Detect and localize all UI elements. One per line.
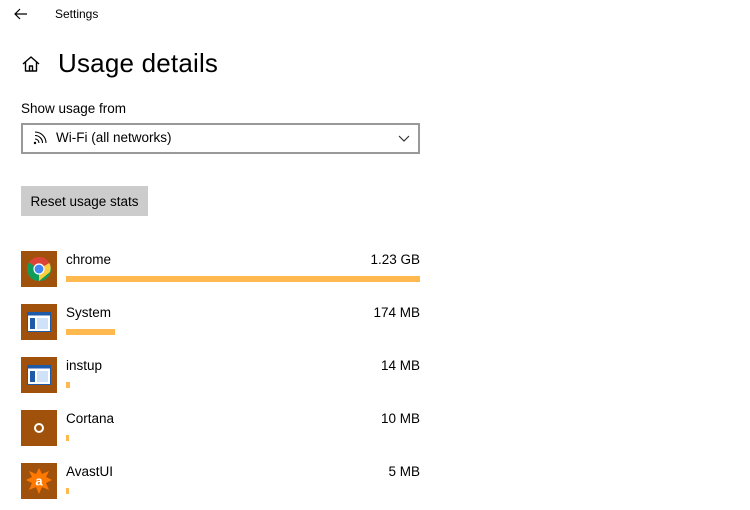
chrome-icon bbox=[21, 251, 57, 287]
cortana-icon bbox=[21, 410, 57, 446]
app-usage-size: 14 MB bbox=[380, 358, 420, 373]
usage-bar bbox=[66, 488, 69, 494]
dropdown-selected-value: Wi-Fi (all networks) bbox=[56, 130, 172, 145]
app-row-cortana[interactable]: Cortana 10 MB bbox=[21, 410, 421, 455]
system-window-icon bbox=[21, 304, 57, 340]
page-title: Usage details bbox=[58, 48, 219, 78]
chevron-down-icon bbox=[398, 135, 410, 142]
usage-bar bbox=[66, 276, 420, 282]
app-name: Cortana bbox=[66, 411, 115, 426]
app-row-instup[interactable]: instup 14 MB bbox=[21, 357, 421, 402]
app-row-chrome[interactable]: chrome 1.23 GB bbox=[21, 251, 421, 296]
usage-bar bbox=[66, 329, 115, 335]
app-usage-size: 5 MB bbox=[388, 464, 420, 479]
app-usage-size: 174 MB bbox=[373, 305, 420, 320]
show-usage-label: Show usage from bbox=[21, 101, 127, 116]
usage-bar bbox=[66, 435, 69, 441]
app-row-system[interactable]: System 174 MB bbox=[21, 304, 421, 349]
back-button[interactable] bbox=[10, 3, 32, 25]
window-title: Settings bbox=[55, 7, 99, 21]
app-usage-size: 1.23 GB bbox=[370, 252, 420, 267]
usage-bar bbox=[66, 382, 70, 388]
app-usage-size: 10 MB bbox=[380, 411, 420, 426]
title-bar: Settings bbox=[0, 0, 750, 30]
network-dropdown[interactable]: Wi-Fi (all networks) bbox=[21, 123, 420, 154]
app-name: System bbox=[66, 305, 112, 320]
back-arrow-icon bbox=[14, 8, 27, 20]
svg-text:a: a bbox=[35, 474, 43, 489]
wifi-icon bbox=[33, 131, 47, 145]
app-name: chrome bbox=[66, 252, 112, 267]
installer-window-icon bbox=[21, 357, 57, 393]
app-name: instup bbox=[66, 358, 103, 373]
app-name: AvastUI bbox=[66, 464, 114, 479]
avast-icon: a bbox=[21, 463, 57, 499]
home-icon[interactable] bbox=[21, 54, 41, 74]
app-row-avastui[interactable]: a AvastUI 5 MB bbox=[21, 463, 421, 508]
reset-usage-button[interactable]: Reset usage stats bbox=[21, 186, 148, 216]
settings-window: Settings Usage details Show usage from W… bbox=[0, 0, 750, 510]
